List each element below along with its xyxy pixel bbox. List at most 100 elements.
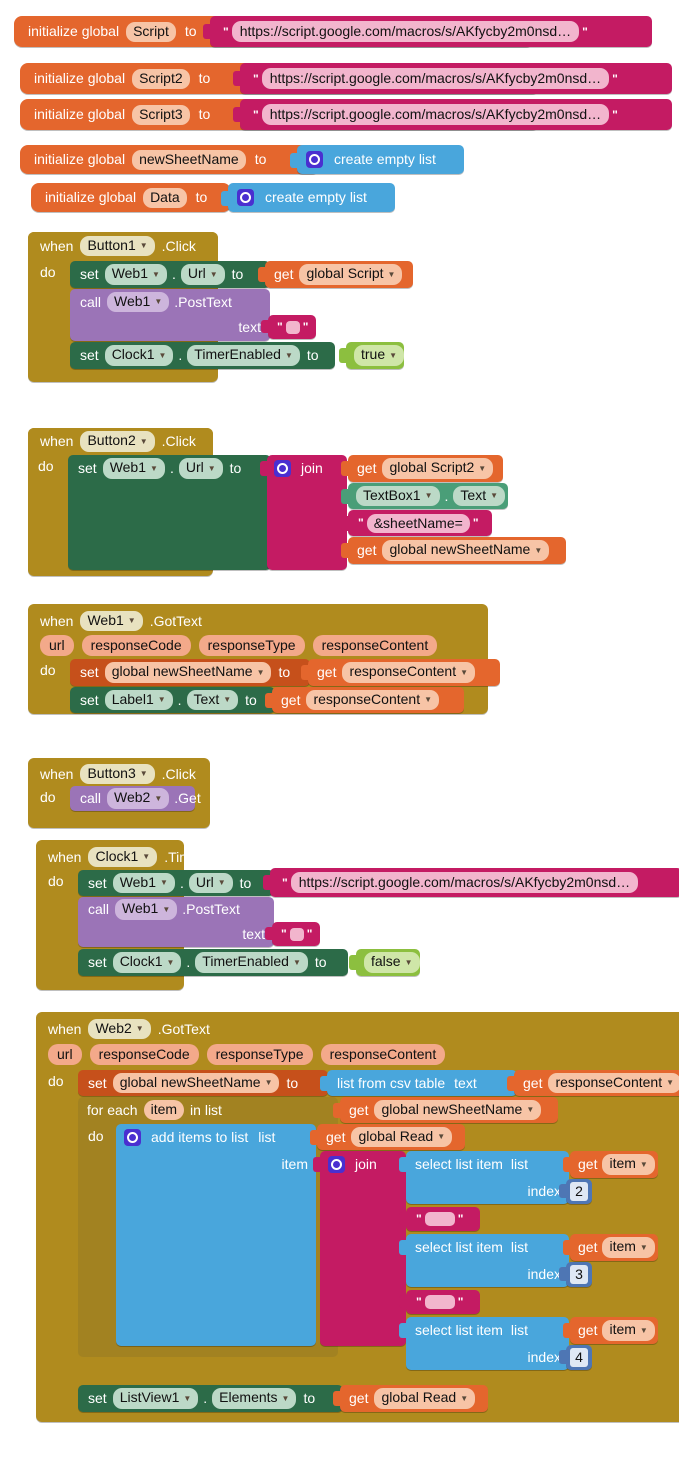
text-value-field[interactable] [289,927,304,941]
variable-dropdown[interactable]: global newSheetName ▼ [382,540,550,561]
call-web1-posttext-block[interactable]: call Web1 ▼ .PostText text [78,897,274,947]
variable-dropdown[interactable]: global newSheetName ▼ [104,662,272,683]
set-global-newsheetname-block[interactable]: set global newSheetName ▼ to [78,1070,328,1096]
number-field[interactable]: 3 [570,1265,588,1284]
mutator-gear-icon[interactable] [124,1128,141,1146]
number-field[interactable]: 2 [570,1182,588,1201]
component-dropdown[interactable]: Button3 ▼ [80,763,155,785]
event-web1-gottext-header[interactable]: when Web1 ▼ .GotText [40,609,202,633]
empty-text-block[interactable]: " " [261,315,316,339]
variable-dropdown[interactable]: global newSheetName ▼ [112,1072,280,1094]
global-name-field[interactable]: Script2 [132,68,190,89]
logic-false-block[interactable]: false ▼ [349,949,420,976]
textbox1-text-getter-block[interactable]: TextBox1 ▼ . Text ▼ [341,483,508,509]
get-item-block[interactable]: get item ▼ [563,1151,658,1178]
get-responsecontent-block[interactable]: get responseContent ▼ [301,659,500,686]
get-item-block[interactable]: get item ▼ [563,1234,658,1261]
global-name-field[interactable]: Script3 [132,104,190,125]
get-item-block[interactable]: get item ▼ [563,1317,658,1344]
component-dropdown[interactable]: Web1 ▼ [80,610,143,632]
event-button1-header[interactable]: when Button1 ▼ .Click [28,232,218,260]
property-dropdown[interactable]: Text ▼ [453,485,506,507]
join-block[interactable]: join [313,1151,406,1346]
select-list-item-block[interactable]: select list item list index [399,1234,569,1287]
property-dropdown[interactable]: Text ▼ [186,689,239,711]
create-empty-list-block[interactable]: create empty list [221,183,395,212]
get-responsecontent-block[interactable]: get responseContent ▼ [265,687,464,713]
component-dropdown[interactable]: TextBox1 ▼ [356,485,440,507]
blocks-workspace[interactable]: initialize global Script to " https://sc… [0,0,679,1472]
text-value-field[interactable] [424,1212,455,1226]
global-name-field[interactable]: Data [143,187,187,208]
component-dropdown[interactable]: Web2 ▼ [107,788,170,809]
boolean-dropdown[interactable]: true ▼ [354,345,405,366]
get-global-script-block[interactable]: get global Script ▼ [258,261,413,288]
event-button3-header[interactable]: when Button3 ▼ .Click [40,762,196,786]
event-clock1-header[interactable]: when Clock1 ▼ .Timer [48,845,203,869]
join-block[interactable]: join [260,455,347,570]
empty-text-block[interactable]: " " [399,1207,480,1231]
empty-text-block[interactable]: " " [265,922,320,946]
list-from-csv-table-block[interactable]: list from csv table text [320,1070,517,1096]
text-block-script-url[interactable]: " https://script.google.com/macros/s/AKf… [203,16,652,47]
component-dropdown[interactable]: Button1 ▼ [80,235,155,257]
number-block-index2[interactable]: 2 [559,1179,592,1204]
component-dropdown[interactable]: Clock1 ▼ [104,345,174,366]
component-dropdown[interactable]: Web1 ▼ [115,899,178,920]
select-list-item-block[interactable]: select list item list index [399,1151,569,1204]
text-value-field[interactable]: https://script.google.com/macros/s/AKfyc… [261,104,610,125]
mutator-gear-icon[interactable] [237,189,254,206]
variable-dropdown[interactable]: responseContent ▼ [342,662,476,683]
global-name-field[interactable]: newSheetName [132,149,246,170]
mutator-gear-icon[interactable] [274,460,291,477]
empty-text-block[interactable]: " " [399,1290,480,1314]
text-sheetname-param-block[interactable]: " &sheetName= " [341,510,492,536]
event-button2-header[interactable]: when Button2 ▼ .Click [28,428,213,455]
logic-true-block[interactable]: true ▼ [339,342,405,369]
get-global-script2-block[interactable]: get global Script2 ▼ [341,455,503,482]
text-block-timer-url[interactable]: " https://script.google.com/macros/s/AKf… [263,868,679,897]
get-global-newsheetname-block[interactable]: get global newSheetName ▼ [333,1097,558,1123]
variable-dropdown[interactable]: global newSheetName ▼ [374,1099,542,1121]
create-empty-list-block[interactable]: create empty list [290,145,464,174]
text-value-field[interactable] [424,1295,455,1309]
component-dropdown[interactable]: ListView1 ▼ [112,1388,199,1409]
mutator-gear-icon[interactable] [306,151,323,168]
set-global-newsheetname-block[interactable]: set global newSheetName ▼ to [70,659,310,686]
text-block-script3-url[interactable]: " https://script.google.com/macros/s/AKf… [233,99,672,130]
text-value-field[interactable]: https://script.google.com/macros/s/AKfyc… [231,21,580,42]
event-web2-gottext-header[interactable]: when Web2 ▼ .GotText [48,1017,210,1041]
variable-dropdown[interactable]: item ▼ [602,1237,655,1258]
variable-dropdown[interactable]: global Read ▼ [351,1126,453,1148]
component-dropdown[interactable]: Web1 ▼ [104,264,167,285]
number-block-index3[interactable]: 3 [559,1262,592,1287]
get-global-read-block[interactable]: get global Read ▼ [310,1124,465,1150]
select-list-item-block[interactable]: select list item list index [399,1317,569,1370]
set-web1-url-block[interactable]: set Web1 ▼ . Url ▼ to [70,261,270,288]
component-dropdown[interactable]: Web1 ▼ [107,291,170,313]
get-responsecontent-block[interactable]: get responseContent ▼ [507,1070,679,1096]
text-block-script2-url[interactable]: " https://script.google.com/macros/s/AKf… [233,63,672,94]
init-global-newsheetname-block[interactable]: initialize global newSheetName to [20,145,320,174]
text-value-field[interactable]: &sheetName= [366,513,470,533]
component-dropdown[interactable]: Clock1 ▼ [112,952,182,973]
property-dropdown[interactable]: Url ▼ [178,458,223,479]
set-web1-url-block[interactable]: set Web1 ▼ . Url ▼ to [68,455,271,570]
mutator-gear-icon[interactable] [328,1155,345,1173]
variable-dropdown[interactable]: item ▼ [602,1320,655,1341]
set-label1-text-block[interactable]: set Label1 ▼ . Text ▼ to [70,687,275,713]
call-web2-get-block[interactable]: call Web2 ▼ .Get [70,786,201,811]
set-clock1-timerenabled-block[interactable]: set Clock1 ▼ . TimerEnabled ▼ to [70,342,335,369]
variable-dropdown[interactable]: global Script2 ▼ [382,458,494,479]
add-items-to-list-block[interactable]: add items to list list item [116,1124,316,1346]
variable-dropdown[interactable]: responseContent ▼ [548,1072,679,1094]
property-dropdown[interactable]: Url ▼ [188,872,233,894]
property-dropdown[interactable]: Url ▼ [180,264,225,285]
loop-var-field[interactable]: item [143,1100,185,1120]
get-global-read-block[interactable]: get global Read ▼ [333,1385,488,1412]
variable-dropdown[interactable]: item ▼ [602,1154,655,1175]
component-dropdown[interactable]: Web1 ▼ [112,872,175,894]
init-global-data-block[interactable]: initialize global Data to [31,183,231,212]
property-dropdown[interactable]: TimerEnabled ▼ [187,345,300,366]
property-dropdown[interactable]: TimerEnabled ▼ [195,952,308,973]
